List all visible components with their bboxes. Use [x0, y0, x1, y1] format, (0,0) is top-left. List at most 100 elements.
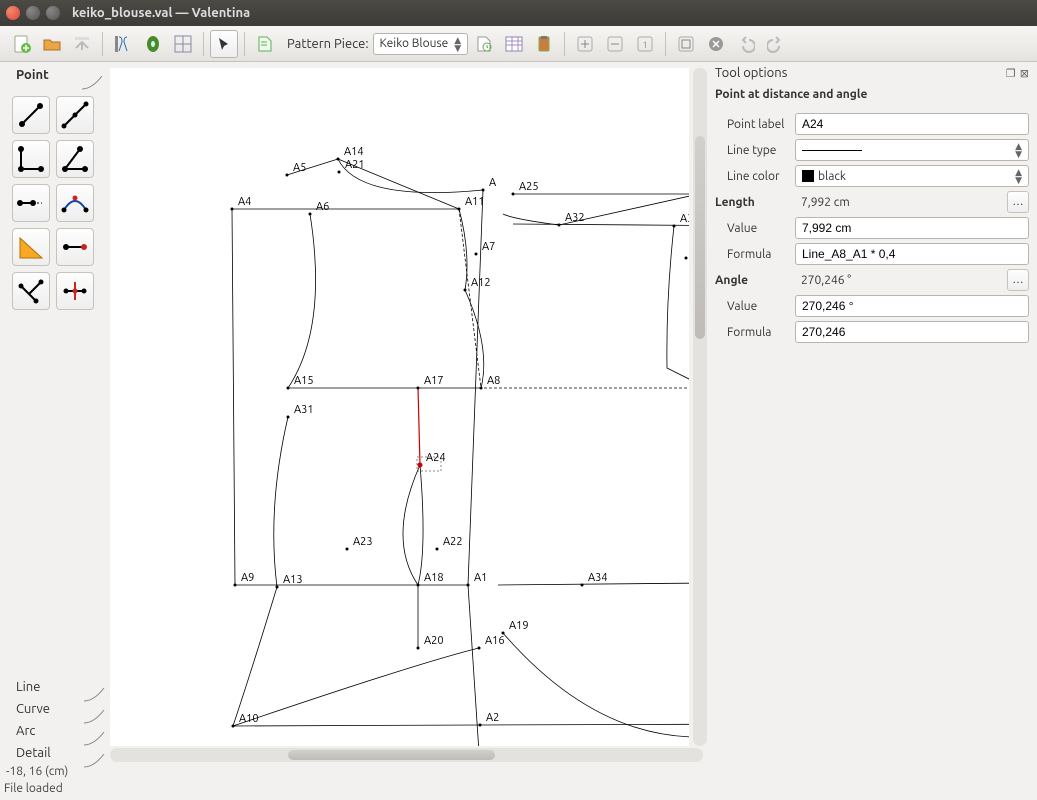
- horizontal-scrollbar[interactable]: [110, 748, 703, 762]
- history-button[interactable]: [470, 30, 498, 58]
- svg-text:A11: A11: [465, 196, 485, 208]
- open-file-button[interactable]: [38, 30, 66, 58]
- svg-text:A16: A16: [485, 635, 505, 647]
- chevron-updown-icon: ▲▼: [454, 36, 461, 52]
- grid-measure-button[interactable]: [169, 30, 197, 58]
- svg-text:A: A: [489, 177, 497, 189]
- svg-text:A32: A32: [565, 212, 585, 224]
- zoom-original-button[interactable]: 1: [631, 30, 659, 58]
- angle-edit-button[interactable]: …: [1007, 269, 1029, 291]
- tab-arc[interactable]: Arc: [8, 720, 104, 742]
- point-label-label: Point label: [715, 118, 795, 131]
- tool-perpendicular[interactable]: [12, 140, 50, 178]
- svg-text:A13: A13: [283, 574, 303, 586]
- point-tools: [0, 88, 106, 318]
- zoom-out-button[interactable]: [601, 30, 629, 58]
- svg-text:A15: A15: [294, 375, 314, 387]
- zoom-in-button[interactable]: [571, 30, 599, 58]
- tab-curve[interactable]: Curve: [8, 698, 104, 720]
- tool-line-intersect[interactable]: [56, 272, 94, 310]
- line-color-label: Line color: [715, 170, 795, 183]
- svg-text:A8: A8: [487, 375, 500, 387]
- zoom-fit-button[interactable]: [672, 30, 700, 58]
- window-title: keiko_blouse.val — Valentina: [72, 6, 250, 20]
- drawing-canvas[interactable]: AA1A2A3A4A5A6A7A8A9A10A11A12A13A14A15A16…: [110, 68, 689, 746]
- svg-text:A5: A5: [293, 162, 306, 174]
- vertical-scrollbar[interactable]: [693, 68, 707, 746]
- svg-text:A7: A7: [482, 241, 495, 253]
- tool-triangle[interactable]: [12, 228, 50, 266]
- stop-button[interactable]: [702, 30, 730, 58]
- tool-shoulder[interactable]: [12, 272, 50, 310]
- save-file-button[interactable]: [68, 30, 96, 58]
- svg-text:1: 1: [643, 40, 648, 50]
- line-type-label: Line type: [715, 144, 795, 157]
- svg-text:A14: A14: [344, 146, 364, 158]
- angle-value-input[interactable]: [795, 295, 1029, 317]
- tool-options-panel: Tool options ❐ ⊠ Point at distance and an…: [707, 62, 1037, 764]
- close-panel-icon[interactable]: ⊠: [1020, 68, 1029, 80]
- tape-button[interactable]: [139, 30, 167, 58]
- svg-text:A22: A22: [443, 536, 463, 548]
- angle-formula-input[interactable]: [795, 321, 1029, 343]
- length-value-label: Value: [715, 222, 795, 235]
- window-minimize-button[interactable]: [26, 6, 40, 20]
- svg-text:A34: A34: [588, 572, 608, 584]
- tab-detail[interactable]: Detail: [8, 742, 104, 764]
- svg-text:A12: A12: [471, 277, 491, 289]
- svg-text:A6: A6: [316, 201, 329, 213]
- pattern-icon-button[interactable]: [251, 30, 279, 58]
- left-panel: Point Line Curve Arc Detail: [0, 62, 106, 764]
- tool-along-line[interactable]: [12, 184, 50, 222]
- canvas-area: AA1A2A3A4A5A6A7A8A9A10A11A12A13A14A15A16…: [106, 62, 707, 764]
- length-edit-button[interactable]: …: [1007, 191, 1029, 213]
- length-formula-input[interactable]: [795, 243, 1029, 265]
- pattern-piece-label: Pattern Piece:: [287, 37, 369, 51]
- line-type-select[interactable]: ▲▼: [795, 139, 1029, 161]
- svg-text:A23: A23: [353, 536, 373, 548]
- bottom-tabs: Line Curve Arc Detail: [0, 676, 106, 764]
- svg-text:A21: A21: [345, 159, 365, 171]
- line-color-select[interactable]: black▲▼: [795, 165, 1029, 187]
- pattern-piece-value: Keiko Blouse: [380, 37, 449, 50]
- tool-midpoint[interactable]: [56, 96, 94, 134]
- svg-text:A24: A24: [426, 452, 446, 464]
- point-label-input[interactable]: [795, 113, 1029, 135]
- tab-point[interactable]: Point: [8, 64, 102, 86]
- svg-text:A10: A10: [239, 713, 259, 725]
- titlebar: keiko_blouse.val — Valentina: [0, 0, 1037, 26]
- status-coords: -18, 16 (cm): [0, 764, 1037, 782]
- length-formula-label: Formula: [715, 248, 795, 261]
- tool-intersection[interactable]: [56, 184, 94, 222]
- tool-segment[interactable]: [12, 96, 50, 134]
- redo-button[interactable]: [762, 30, 790, 58]
- tool-bisector[interactable]: [56, 140, 94, 178]
- pattern-piece-select[interactable]: Keiko Blouse ▲▼: [373, 33, 469, 55]
- svg-text:A1: A1: [474, 572, 487, 584]
- section-title: Point at distance and angle: [707, 84, 1037, 105]
- window-close-button[interactable]: [6, 6, 20, 20]
- main-toolbar: Pattern Piece: Keiko Blouse ▲▼ 1: [0, 26, 1037, 62]
- undo-button[interactable]: [732, 30, 760, 58]
- window-maximize-button[interactable]: [46, 6, 60, 20]
- tab-line[interactable]: Line: [8, 676, 104, 698]
- svg-text:A18: A18: [424, 572, 444, 584]
- clipboard-button[interactable]: [530, 30, 558, 58]
- svg-text:A4: A4: [238, 196, 251, 208]
- angle-value-label: Value: [715, 300, 795, 313]
- panel-title: Tool options: [715, 66, 787, 80]
- angle-value-display: 270,246 °: [795, 274, 1003, 287]
- new-file-button[interactable]: [8, 30, 36, 58]
- svg-text:A31: A31: [294, 404, 314, 416]
- svg-text:A19: A19: [509, 620, 529, 632]
- svg-text:A20: A20: [424, 635, 444, 647]
- svg-text:A2: A2: [486, 712, 499, 724]
- tool-point-line[interactable]: [56, 228, 94, 266]
- angle-formula-label: Formula: [715, 326, 795, 339]
- length-value-input[interactable]: [795, 217, 1029, 239]
- body-measure-button[interactable]: [109, 30, 137, 58]
- table-button[interactable]: [500, 30, 528, 58]
- length-value-display: 7,992 cm: [795, 196, 1003, 209]
- detach-icon[interactable]: ❐: [1006, 68, 1016, 80]
- arrow-tool-button[interactable]: [210, 30, 238, 58]
